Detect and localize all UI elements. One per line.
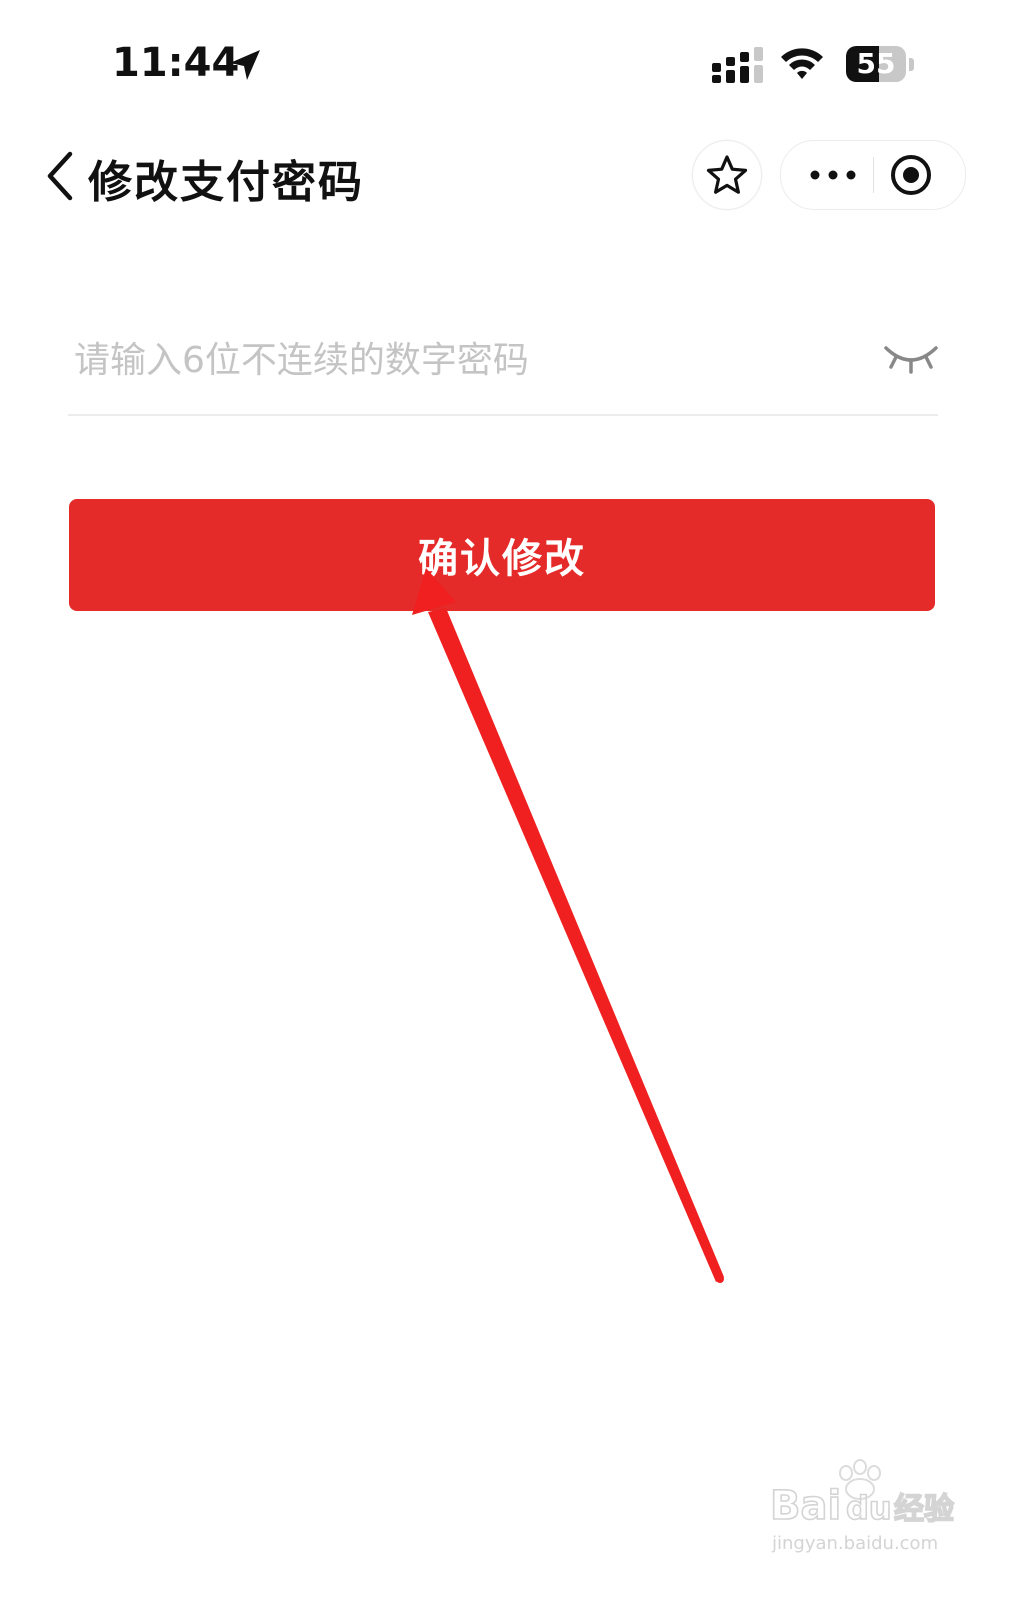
page-title: 修改支付密码	[88, 157, 364, 208]
star-icon	[706, 155, 748, 194]
back-chevron-icon[interactable]	[40, 148, 80, 204]
annotation-arrow	[412, 568, 724, 1283]
battery-cap	[909, 58, 914, 71]
input-underline	[68, 414, 938, 416]
svg-text:经验: 经验	[894, 1492, 954, 1527]
svg-text:jingyan.baidu.com: jingyan.baidu.com	[771, 1533, 938, 1554]
favorite-button[interactable]	[692, 140, 762, 210]
battery-icon: 55	[846, 46, 906, 82]
svg-text:Bai: Bai	[770, 1483, 841, 1529]
page: 11:44 55 修改支付密码 确认修改 Bai du 经验 jingyan.b…	[0, 0, 1025, 1600]
close-target-icon[interactable]	[889, 153, 933, 197]
baidu-jingyan-watermark: Bai du 经验 jingyan.baidu.com	[770, 1459, 955, 1554]
capsule-divider	[873, 157, 874, 193]
confirm-button-label: 确认修改	[418, 536, 586, 582]
svg-text:du: du	[846, 1489, 892, 1527]
eye-closed-icon[interactable]	[882, 340, 940, 376]
location-arrow-icon	[230, 50, 260, 80]
confirm-modify-button[interactable]: 确认修改	[69, 499, 935, 611]
wifi-icon	[781, 48, 823, 79]
status-time: 11:44	[112, 40, 240, 86]
menu-capsule	[780, 140, 966, 210]
cellular-signal-icon	[712, 47, 763, 83]
more-dots-icon[interactable]	[799, 155, 869, 195]
password-input[interactable]	[68, 330, 874, 390]
battery-level-text: 55	[856, 47, 896, 80]
